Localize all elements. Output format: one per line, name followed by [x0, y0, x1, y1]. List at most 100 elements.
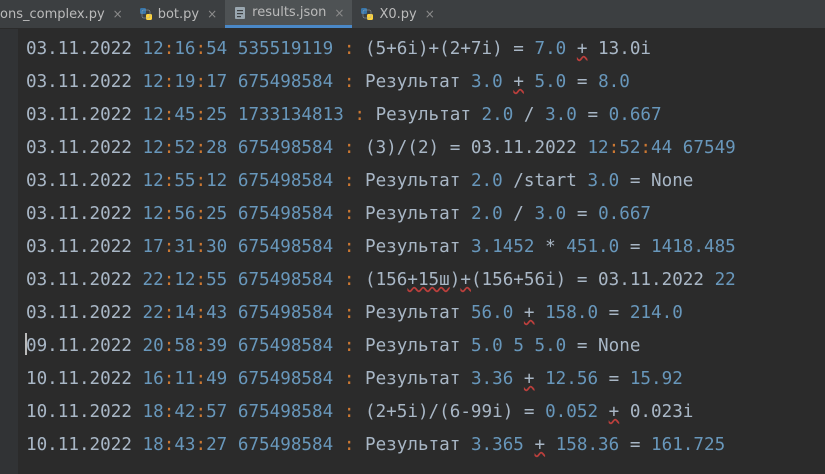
log-number: 3.0: [587, 171, 620, 191]
log-number: 1418.485: [651, 237, 736, 257]
log-line: 03.11.2022 22:12:55 675498584 : (156+15ш…: [26, 264, 736, 297]
log-user-id: 675498584: [237, 204, 334, 224]
tab-bot-py[interactable]: bot.py ×: [131, 0, 225, 28]
log-text: (5+6i)+(2+7i) =: [365, 39, 535, 59]
time-separator: :: [163, 72, 175, 92]
log-user-id: 675498584: [237, 72, 334, 92]
log-second: 12: [206, 171, 228, 191]
log-user-id: 675498584: [237, 237, 334, 257]
log-separator: :: [343, 138, 355, 158]
log-text: 0.023i: [619, 402, 694, 422]
log-hour: 22: [142, 303, 164, 323]
log-number: 3.36: [470, 369, 514, 389]
code-editor[interactable]: 03.11.2022 12:16:54 535519119 : (5+6i)+(…: [0, 29, 825, 474]
log-number: 2.0: [470, 204, 503, 224]
log-hour: 18: [142, 402, 164, 422]
tab-label: ons_complex.py: [0, 6, 105, 22]
log-separator: :: [343, 171, 355, 191]
log-user-id: 675498584: [237, 270, 334, 290]
time-separator: :: [163, 204, 175, 224]
log-date: 03.11.2022: [26, 138, 132, 158]
log-number: 5: [513, 336, 524, 356]
log-date: 03.11.2022: [26, 303, 132, 323]
time-separator: :: [163, 138, 175, 158]
log-minute: 45: [174, 105, 196, 125]
log-hour: 17: [142, 237, 164, 257]
log-second: 57: [206, 402, 228, 422]
log-second: 25: [206, 204, 228, 224]
log-number: 3.0: [534, 204, 567, 224]
log-second: 25: [206, 105, 228, 125]
time-separator: :: [195, 72, 207, 92]
log-second: 54: [206, 39, 228, 59]
log-number: 12.56: [545, 369, 599, 389]
log-hour: 12: [142, 39, 164, 59]
log-text: (3)/(2) = 03.11.2022: [365, 138, 588, 158]
log-hour: 16: [142, 369, 164, 389]
log-minute: 52: [174, 138, 196, 158]
time-separator: :: [163, 303, 175, 323]
log-minute: 12: [174, 270, 196, 290]
log-text: (2+5i)/(6-99i) =: [365, 402, 546, 422]
log-line: 03.11.2022 12:45:25 1733134813 : Результ…: [26, 99, 662, 132]
log-text: /start: [502, 171, 588, 191]
close-tab-icon[interactable]: ×: [334, 6, 344, 20]
time-separator: :: [195, 303, 207, 323]
log-date: 03.11.2022: [26, 237, 132, 257]
log-separator: :: [343, 72, 355, 92]
log-hour: 18: [142, 435, 164, 455]
log-text-flagged: +: [576, 39, 588, 59]
log-text: =: [598, 303, 630, 323]
log-minute: 55: [174, 171, 196, 191]
time-separator: :: [195, 336, 207, 356]
log-text: (156+56i) = 03.11.2022: [470, 270, 715, 290]
log-text: =: [566, 204, 599, 224]
log-line: 03.11.2022 12:19:17 675498584 : Результа…: [26, 66, 630, 99]
log-hour: 12: [142, 138, 164, 158]
time-separator: :: [195, 435, 207, 455]
time-separator: :: [163, 39, 175, 59]
log-minute: 56: [174, 204, 196, 224]
close-tab-icon[interactable]: ×: [207, 7, 217, 21]
log-text: = None: [619, 171, 694, 191]
log-text: Результат: [365, 336, 471, 356]
log-minute: 16: [174, 39, 196, 59]
tab-results-json[interactable]: results.json ×: [225, 0, 353, 28]
log-separator: :: [343, 402, 355, 422]
tab-label: X0.py: [379, 6, 417, 22]
close-tab-icon[interactable]: ×: [113, 7, 123, 21]
log-date: 03.11.2022: [26, 39, 132, 59]
log-user-id: 675498584: [237, 369, 334, 389]
tab-x0-py[interactable]: X0.py ×: [352, 0, 442, 28]
log-line: 10.11.2022 16:11:49 675498584 : Результа…: [26, 363, 683, 396]
log-user-id: 675498584: [237, 402, 334, 422]
log-number: 214.0: [629, 303, 683, 323]
log-number: 12: [587, 138, 609, 158]
log-text-flagged: +: [523, 369, 535, 389]
log-minute: 42: [174, 402, 196, 422]
log-second: 39: [206, 336, 228, 356]
log-second: 28: [206, 138, 228, 158]
log-text: =: [566, 72, 599, 92]
log-minute: 14: [174, 303, 196, 323]
close-tab-icon[interactable]: ×: [425, 7, 435, 21]
log-number: 158.36: [555, 435, 620, 455]
time-separator: :: [195, 39, 207, 59]
tab-ons_complex-py[interactable]: ons_complex.py ×: [0, 0, 131, 28]
log-text: /: [502, 204, 535, 224]
log-number: 8.0: [598, 72, 630, 92]
log-text-flagged: +: [460, 270, 471, 290]
log-text: *: [534, 237, 567, 257]
log-text: Результат: [365, 435, 471, 455]
log-number: 5.0: [470, 336, 503, 356]
log-separator: :: [343, 270, 355, 290]
time-separator: :: [608, 138, 620, 158]
log-separator: :: [343, 204, 355, 224]
log-text: Результат: [365, 237, 471, 257]
log-number: 44: [651, 138, 673, 158]
log-text: 156: [375, 270, 408, 290]
log-text: ): [449, 270, 461, 290]
log-minute: 11: [174, 369, 196, 389]
time-separator: :: [640, 138, 652, 158]
log-line: 03.11.2022 12:16:54 535519119 : (5+6i)+(…: [26, 33, 651, 66]
